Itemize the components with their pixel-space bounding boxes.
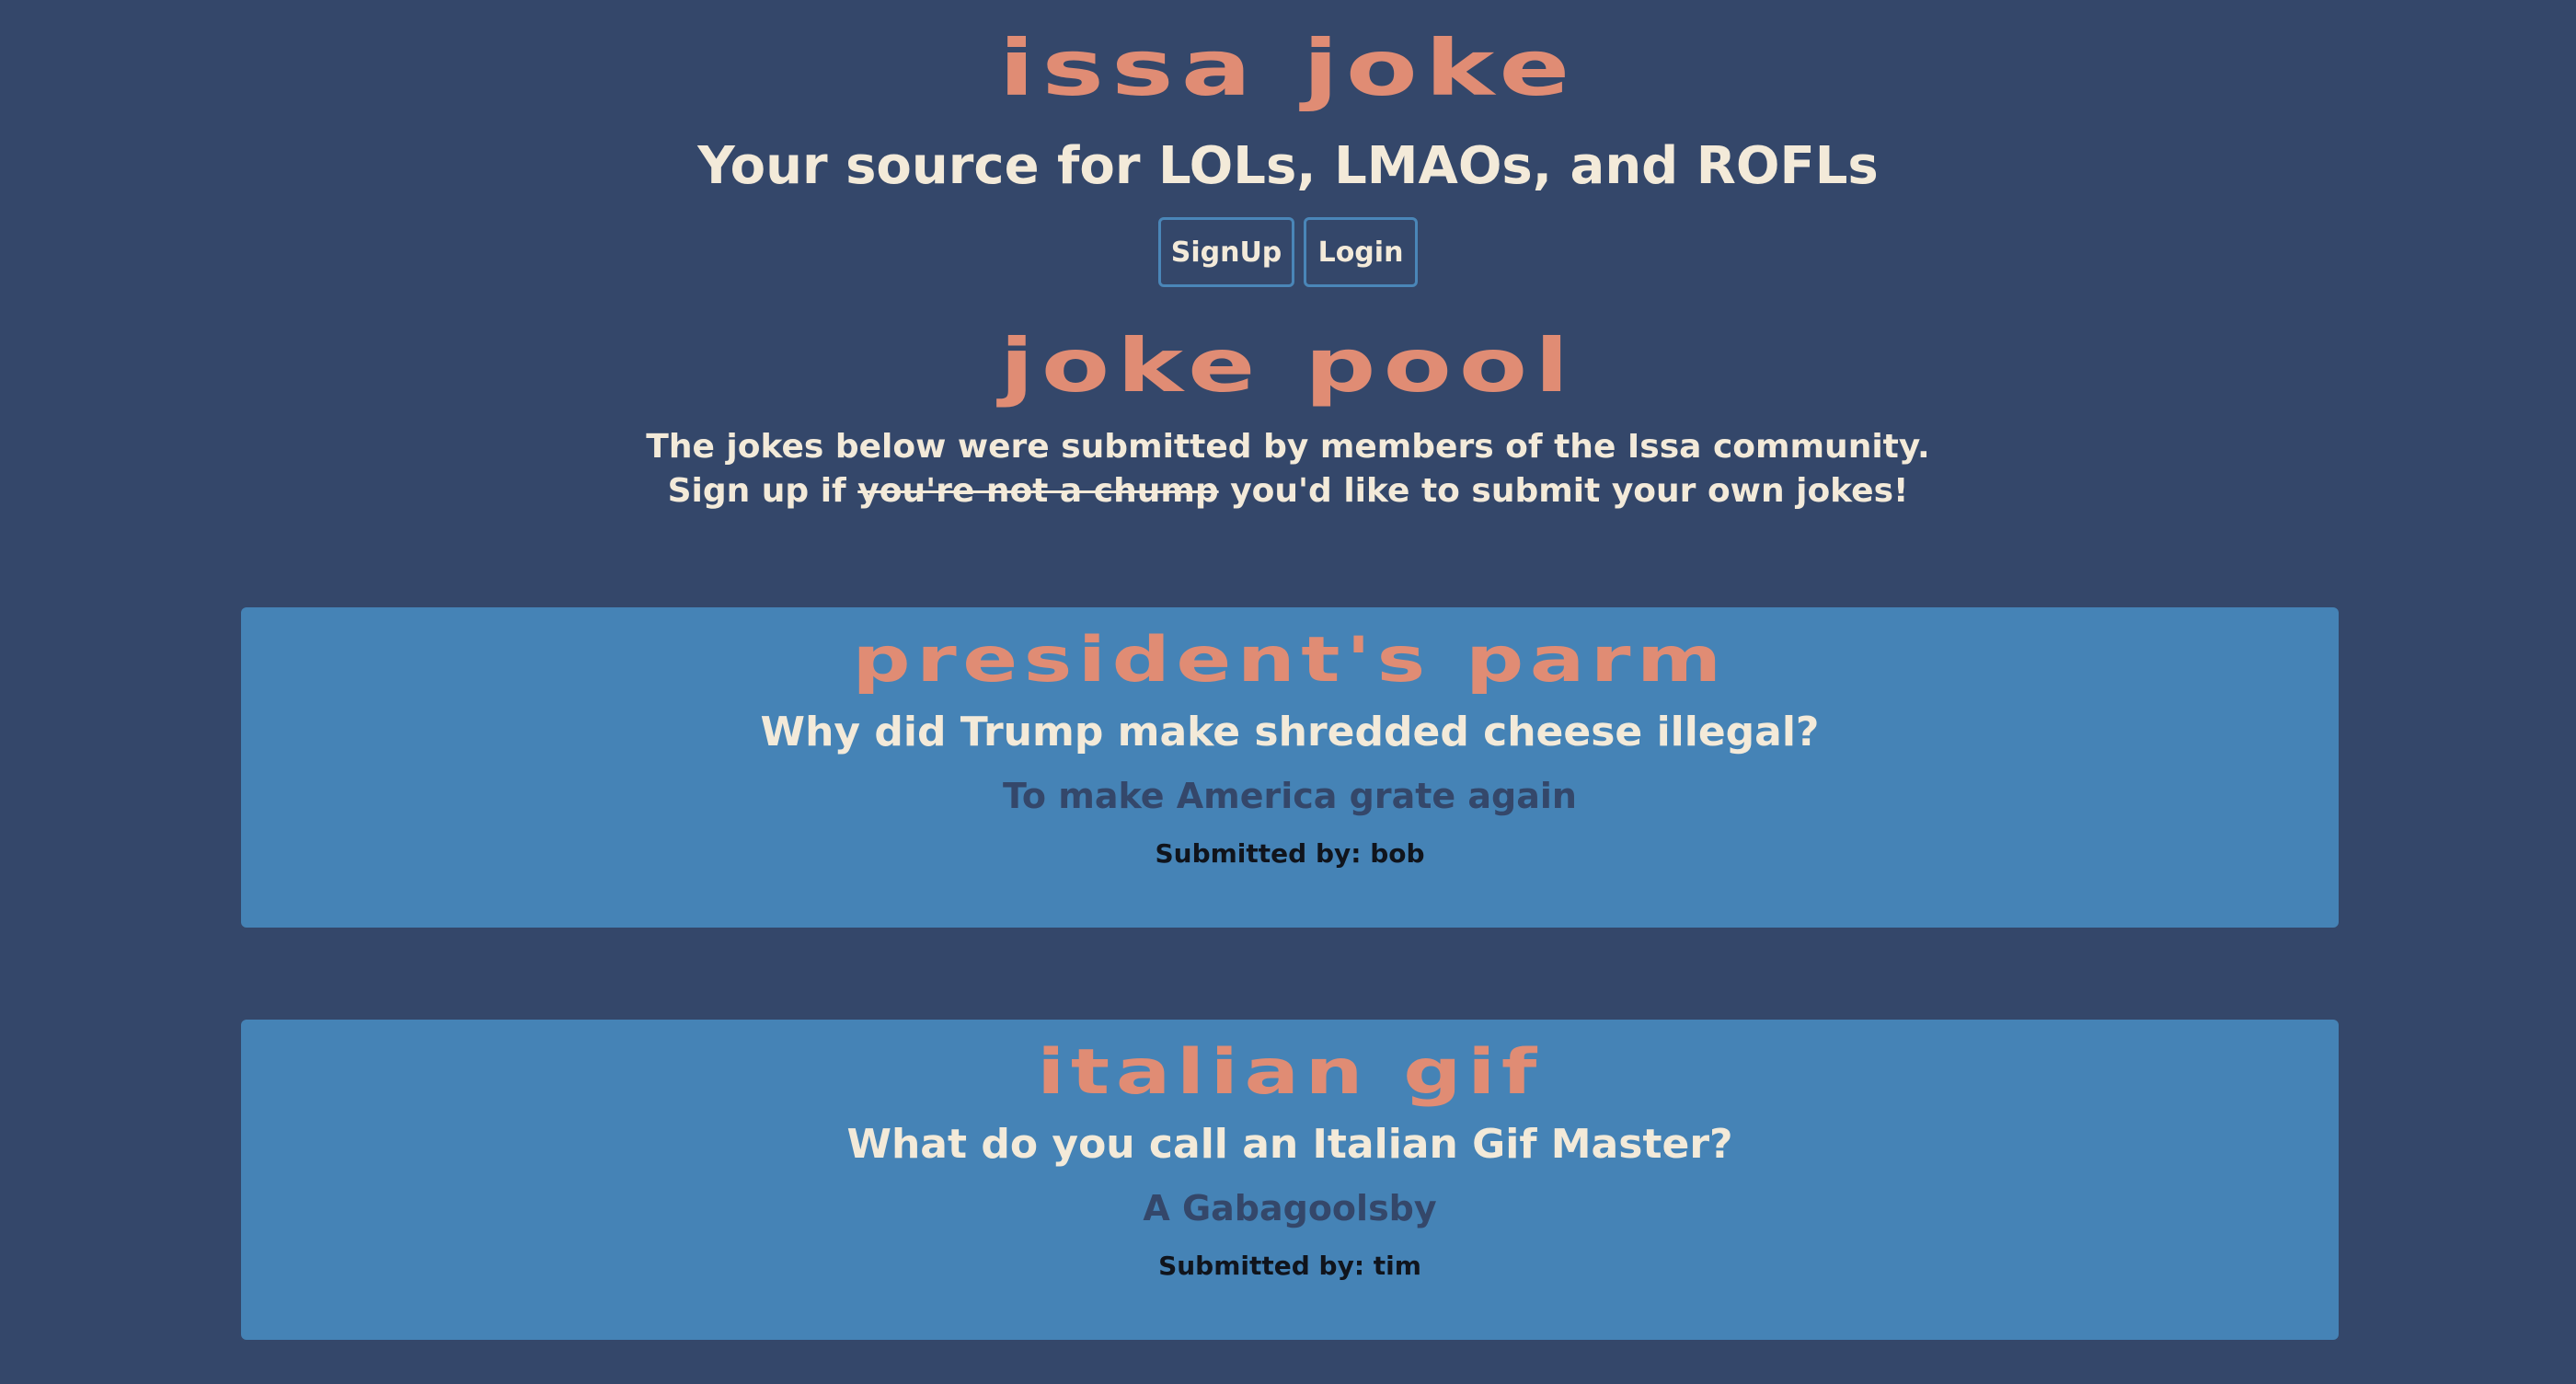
- login-button[interactable]: Login: [1304, 217, 1418, 287]
- auth-nav: SignUp Login: [0, 217, 2576, 287]
- joke-pool-intro: The jokes below were submitted by member…: [0, 425, 2576, 513]
- joke-author: Submitted by: tim: [1158, 1251, 1421, 1281]
- joke-card: Italian Gif What do you call an Italian …: [241, 1020, 2339, 1340]
- intro-line-2-prefix: Sign up if: [667, 472, 846, 510]
- signup-button[interactable]: SignUp: [1158, 217, 1294, 287]
- joke-punchline: To make America grate again: [1003, 776, 1577, 816]
- joke-card: President's Parm Why did Trump make shre…: [241, 607, 2339, 928]
- intro-struck-text: you're not a chump: [857, 472, 1219, 510]
- joke-title: President's Parm: [852, 624, 1728, 697]
- page: Issa Joke Your source for LOLs, LMAOs, a…: [0, 0, 2576, 1384]
- joke-title: Italian Gif: [1037, 1036, 1543, 1109]
- intro-line-2-suffix: you'd like to submit your own jokes!: [1230, 472, 1909, 510]
- site-title: Issa Joke: [998, 23, 1578, 113]
- intro-line-2: Sign up if you're not a chump you'd like…: [0, 469, 2576, 513]
- joke-pool-title: Joke Pool: [999, 323, 1577, 409]
- joke-author: Submitted by: bob: [1155, 838, 1425, 869]
- intro-line-1: The jokes below were submitted by member…: [646, 428, 1930, 466]
- joke-punchline: A Gabagoolsby: [1143, 1188, 1437, 1228]
- joke-setup: Why did Trump make shredded cheese illeg…: [760, 709, 1820, 755]
- joke-setup: What do you call an Italian Gif Master?: [846, 1121, 1733, 1168]
- site-tagline: Your source for LOLs, LMAOs, and ROFLs: [697, 136, 1879, 196]
